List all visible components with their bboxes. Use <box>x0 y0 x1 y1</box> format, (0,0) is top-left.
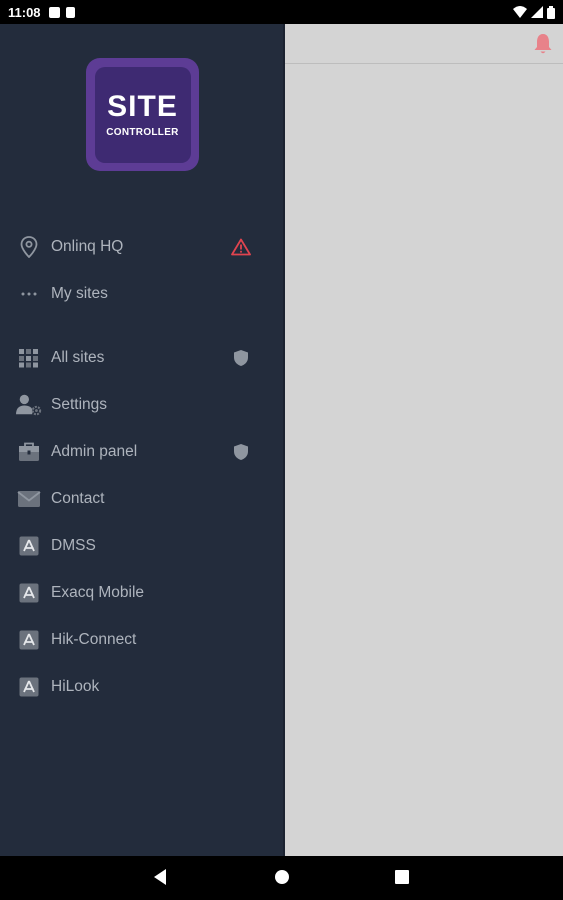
system-nav-bar <box>0 856 563 900</box>
grid-icon <box>16 345 42 371</box>
status-time: 11:08 <box>8 4 41 20</box>
shield-icon <box>230 441 252 463</box>
status-right-icons <box>513 5 555 19</box>
status-bar: 11:08 <box>0 0 563 24</box>
app-store-icon <box>16 674 42 700</box>
app-screen: 11:08 SITE CONTROLLER Onlinq HQ My sites… <box>0 0 563 900</box>
logo-inner: SITE CONTROLLER <box>94 66 191 163</box>
drawer-item-label: All sites <box>51 348 105 366</box>
location-pin-icon <box>16 234 42 260</box>
warning-icon <box>230 236 252 258</box>
drawer-item-label: DMSS <box>51 536 96 554</box>
back-icon[interactable] <box>152 868 168 886</box>
notification-f-icon <box>48 6 60 18</box>
drawer-item-hilook[interactable]: HiLook <box>0 663 283 710</box>
signal-icon <box>531 6 543 18</box>
bell-icon[interactable] <box>533 33 553 55</box>
shield-icon <box>230 347 252 369</box>
battery-icon <box>547 5 555 19</box>
drawer-item-onlinq-hq[interactable]: Onlinq HQ <box>0 223 283 270</box>
drawer-item-hik-connect[interactable]: Hik-Connect <box>0 616 283 663</box>
drawer-item-label: Exacq Mobile <box>51 583 145 601</box>
navigation-drawer: SITE CONTROLLER Onlinq HQ My sites All s… <box>0 24 285 856</box>
notification-card-icon <box>65 6 75 18</box>
app-store-icon <box>16 533 42 559</box>
logo-text-site: SITE <box>107 90 178 123</box>
drawer-item-dmss[interactable]: DMSS <box>0 522 283 569</box>
drawer-item-label: My sites <box>51 284 108 302</box>
drawer-item-label: Admin panel <box>51 442 138 460</box>
drawer-item-label: Contact <box>51 489 105 507</box>
drawer-item-exacq-mobile[interactable]: Exacq Mobile <box>0 569 283 616</box>
app-store-icon <box>16 627 42 653</box>
mail-icon <box>16 486 42 512</box>
drawer-item-my-sites[interactable]: My sites <box>0 270 283 317</box>
site-controller-logo: SITE CONTROLLER <box>86 58 199 171</box>
drawer-item-all-sites[interactable]: All sites <box>0 334 283 381</box>
more-icon <box>16 281 42 307</box>
app-store-icon <box>16 580 42 606</box>
user-settings-icon <box>16 392 42 418</box>
drawer-item-admin-panel[interactable]: Admin panel <box>0 428 283 475</box>
main-content[interactable] <box>285 24 563 856</box>
home-icon[interactable] <box>273 868 291 886</box>
drawer-item-label: Onlinq HQ <box>51 237 124 255</box>
recents-icon[interactable] <box>394 868 410 886</box>
drawer-item-settings[interactable]: Settings <box>0 381 283 428</box>
logo-text-controller: CONTROLLER <box>106 127 179 138</box>
toolbox-icon <box>16 439 42 465</box>
drawer-item-label: HiLook <box>51 677 100 695</box>
drawer-item-label: Hik-Connect <box>51 630 137 648</box>
drawer-item-label: Settings <box>51 395 108 413</box>
wifi-icon <box>513 6 527 18</box>
main-toolbar <box>285 24 563 64</box>
drawer-item-contact[interactable]: Contact <box>0 475 283 522</box>
